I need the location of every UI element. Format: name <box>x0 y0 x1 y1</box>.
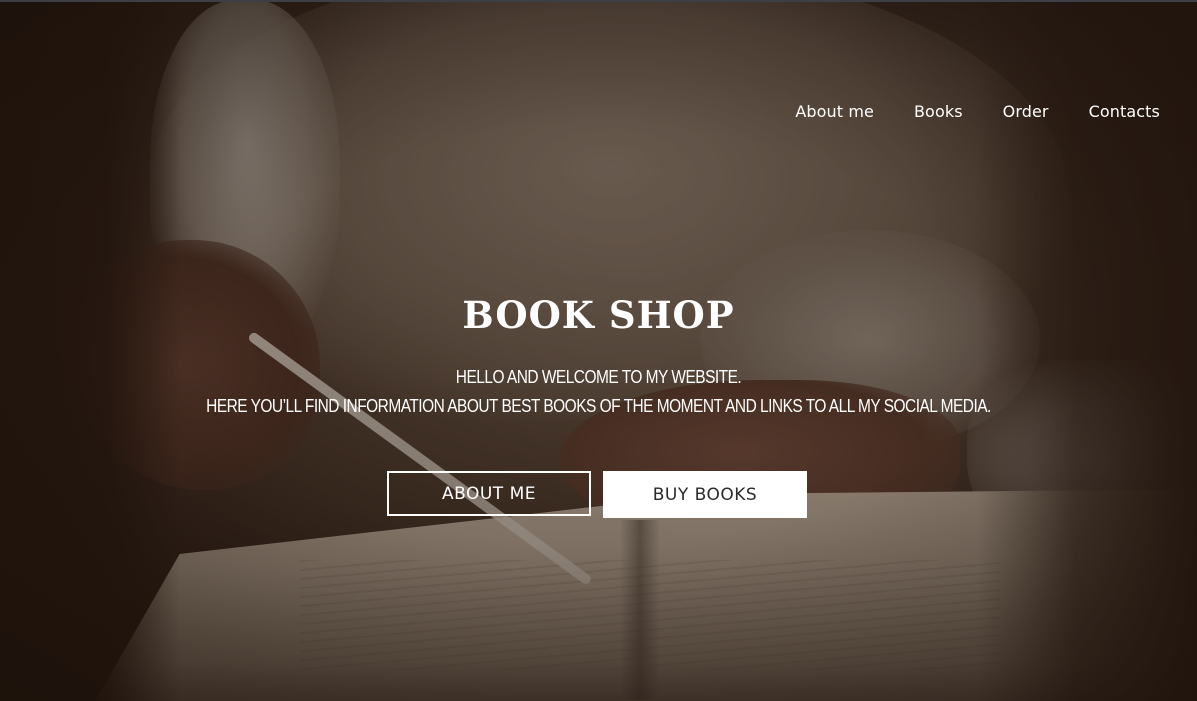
hero-content: BOOK SHOP HELLO AND WELCOME TO MY WEBSIT… <box>0 292 1197 518</box>
about-me-button[interactable]: ABOUT ME <box>387 471 591 516</box>
nav-link-contacts[interactable]: Contacts <box>1089 101 1160 123</box>
hero-subtitle: HELLO AND WELCOME TO MY WEBSITE. HERE YO… <box>84 363 1113 421</box>
nav-link-about-me[interactable]: About me <box>795 101 874 123</box>
main-navigation: About me Books Order Contacts <box>795 101 1160 123</box>
nav-link-books[interactable]: Books <box>914 101 963 123</box>
subtitle-line-2: HERE YOU’LL FIND INFORMATION ABOUT BEST … <box>206 396 991 416</box>
hero-buttons: ABOUT ME BUY BOOKS <box>387 471 807 518</box>
top-border <box>0 0 1197 2</box>
hero-section: About me Books Order Contacts BOOK SHOP … <box>0 0 1197 701</box>
buy-books-button[interactable]: BUY BOOKS <box>603 471 807 518</box>
page-title: BOOK SHOP <box>462 293 735 337</box>
subtitle-line-1: HELLO AND WELCOME TO MY WEBSITE. <box>455 367 742 387</box>
nav-link-order[interactable]: Order <box>1003 101 1049 123</box>
